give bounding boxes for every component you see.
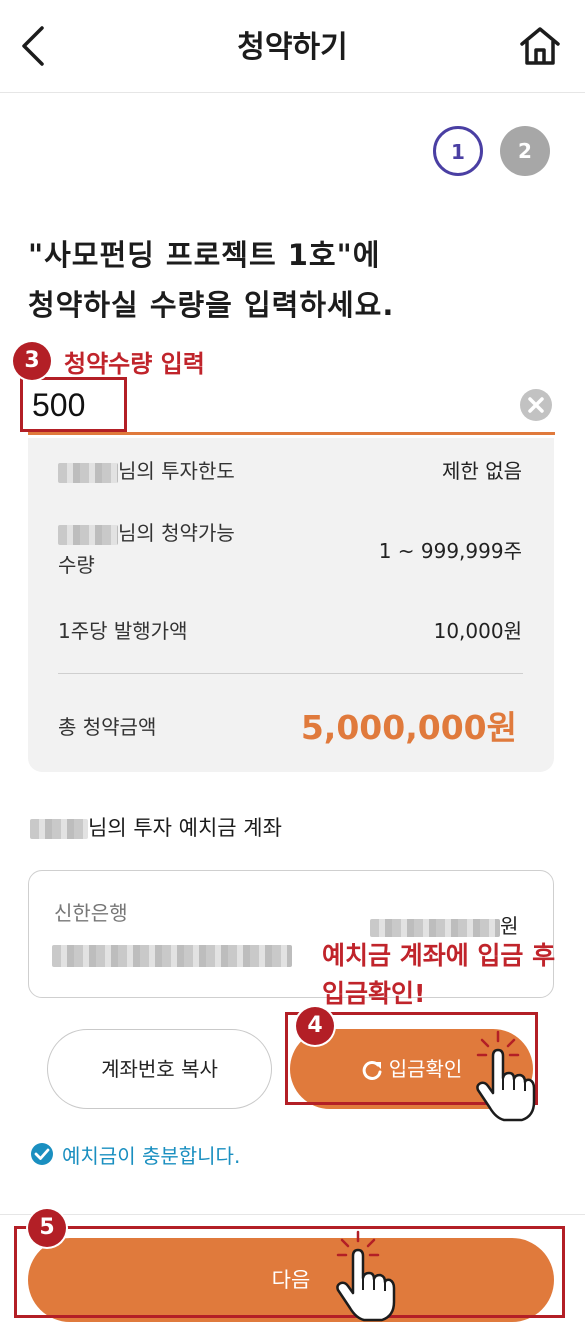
clear-input-icon[interactable] [519,388,553,422]
masked-username [30,819,88,839]
input-underline [28,432,555,435]
total-amount-value: 5,000,000원 [300,708,517,747]
pointing-hand-icon [476,1030,536,1122]
home-icon[interactable] [518,24,562,68]
issue-price-label: 1주당 발행가액 [58,619,188,643]
step-indicator-2: 2 [500,126,550,176]
annotation-badge-3: 3 [13,342,51,380]
issue-price-value: 10,000원 [433,619,522,643]
annotation-box-quantity [20,377,127,432]
masked-username [58,462,118,483]
available-quantity-label: 님의 청약가능 수량 [58,521,235,577]
available-quantity-value: 1 ~ 999,999주 [378,539,522,563]
pointing-hand-icon [336,1230,396,1322]
check-circle-icon [31,1143,53,1165]
account-owner: 원 [370,910,518,939]
headline-line-2: 청약하실 수량을 입력하세요. [28,288,395,322]
limit-value: 제한 없음 [442,459,522,483]
limit-label: 님의 투자한도 [58,455,235,484]
step-indicator-1: 1 [433,126,483,176]
annotation-badge-4: 4 [296,1007,334,1045]
copy-account-button[interactable]: 계좌번호 복사 [47,1029,272,1109]
instruction-headline: "사모펀딩 프로젝트 1호"에 청약하실 수량을 입력하세요. [28,230,568,330]
deposit-account-title: 님의 투자 예치금 계좌 [30,812,282,842]
headline-line-1: "사모펀딩 프로젝트 1호"에 [28,238,381,272]
bank-name: 신한은행 [54,901,128,925]
deposit-status-text: 예치금이 충분합니다. [62,1144,241,1168]
annotation-label-4: 예치금 계좌에 입금 후 입금확인! [322,941,556,1008]
card-divider [58,673,523,674]
back-arrow-icon[interactable] [14,22,54,70]
total-amount-label: 총 청약금액 [58,715,157,739]
masked-account-number [52,945,292,967]
masked-owner-name [370,918,500,937]
annotation-label-3: 청약수량 입력 [64,350,205,378]
footer-separator [0,1214,585,1215]
annotation-badge-5: 5 [28,1209,66,1247]
annotation-box-next [14,1226,565,1318]
page-title: 청약하기 [237,30,348,65]
masked-username [58,524,118,545]
